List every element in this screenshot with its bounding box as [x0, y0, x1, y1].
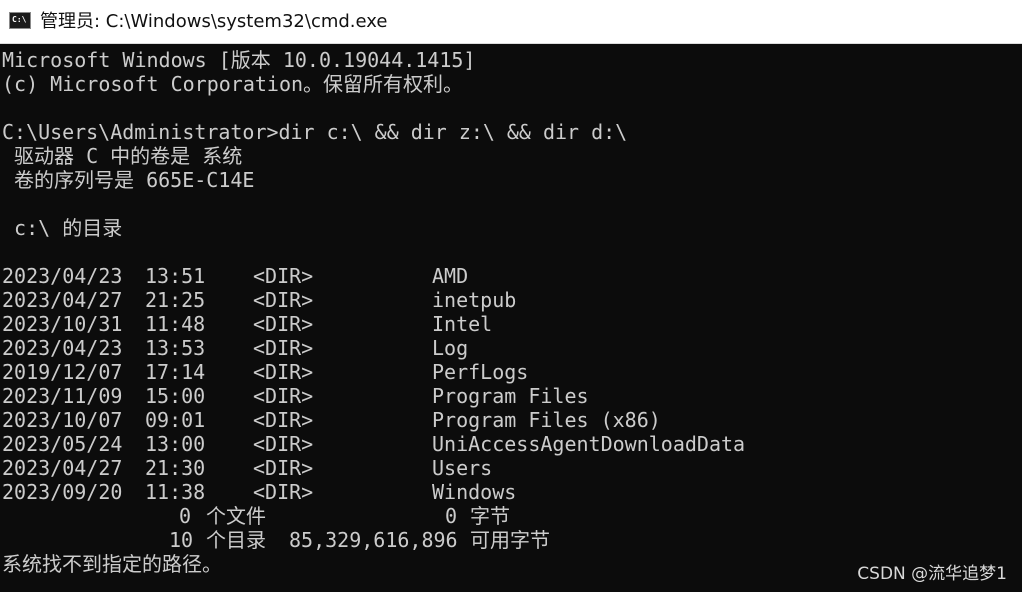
entry-name: Intel [432, 312, 493, 336]
window-title: 管理员: C:\Windows\system32\cmd.exe [40, 11, 388, 32]
entry-time: 13:51 [145, 264, 206, 288]
directory-entry-row: 2023/04/23 13:51 <DIR> AMD [2, 264, 902, 288]
console-output[interactable]: Microsoft Windows [版本 10.0.19044.1415] (… [0, 46, 1022, 592]
directory-entry-row: 2019/12/07 17:14 <DIR> PerfLogs [2, 360, 902, 384]
dir-count: 10 [169, 528, 194, 552]
entry-date: 2023/04/27 [2, 456, 123, 480]
entry-type: <DIR> [253, 336, 314, 360]
entry-date: 2023/09/20 [2, 480, 123, 504]
entry-date: 2023/11/09 [2, 384, 123, 408]
directory-entry-row: 2023/04/27 21:25 <DIR> inetpub [2, 288, 902, 312]
entry-time: 13:53 [145, 336, 206, 360]
file-bytes-label: 字节 [470, 504, 510, 528]
free-bytes: 85,329,616,896 [289, 528, 458, 552]
watermark: CSDN @流华追梦1 [857, 564, 1007, 584]
entry-time: 21:25 [145, 288, 206, 312]
free-bytes-label: 可用字节 [470, 528, 550, 552]
entry-time: 13:00 [145, 432, 206, 456]
dir-count-label: 个目录 [206, 528, 266, 552]
cmd-icon[interactable]: C:\ [9, 12, 31, 29]
file-count: 0 [179, 504, 192, 528]
entry-date: 2023/10/31 [2, 312, 123, 336]
entry-name: AMD [432, 264, 469, 288]
entry-date: 2019/12/07 [2, 360, 123, 384]
directory-entry-row: 2023/04/27 21:30 <DIR> Users [2, 456, 902, 480]
entry-date: 2023/04/23 [2, 264, 123, 288]
command-prompt: C:\Users\Administrator>dir c:\ && dir z:… [2, 120, 628, 144]
header-line: Microsoft Windows [版本 10.0.19044.1415] [2, 48, 476, 72]
file-bytes: 0 [445, 504, 458, 528]
entry-type: <DIR> [253, 360, 314, 384]
entry-name: Program Files [432, 384, 589, 408]
directory-entry-row: 2023/11/09 15:00 <DIR> Program Files [2, 384, 902, 408]
entry-time: 21:30 [145, 456, 206, 480]
entry-name: UniAccessAgentDownloadData [432, 432, 746, 456]
entry-type: <DIR> [253, 456, 314, 480]
entry-name: Log [432, 336, 469, 360]
title-bar[interactable]: C:\ 管理员: C:\Windows\system32\cmd.exe [0, 0, 1022, 44]
entry-type: <DIR> [253, 432, 314, 456]
entry-type: <DIR> [253, 264, 314, 288]
summary-dirs-line: 10 个目录 85,329,616,896 可用字节 [2, 528, 602, 552]
entry-type: <DIR> [253, 384, 314, 408]
entry-time: 11:38 [145, 480, 206, 504]
entry-type: <DIR> [253, 408, 314, 432]
summary-files-line: 0 个文件 0 字节 [2, 504, 602, 528]
entry-time: 15:00 [145, 384, 206, 408]
entry-type: <DIR> [253, 480, 314, 504]
directory-heading: c:\ 的目录 [2, 216, 123, 240]
entry-time: 11:48 [145, 312, 206, 336]
directory-entry-row: 2023/05/24 13:00 <DIR> UniAccessAgentDownlo… [2, 432, 902, 456]
error-message: 系统找不到指定的路径。 [2, 552, 222, 576]
entry-name: Windows [432, 480, 517, 504]
entry-time: 17:14 [145, 360, 206, 384]
entry-date: 2023/04/23 [2, 336, 123, 360]
entry-type: <DIR> [253, 288, 314, 312]
serial-number-line: 卷的序列号是 665E-C14E [2, 168, 255, 192]
entry-date: 2023/05/24 [2, 432, 123, 456]
entry-name: PerfLogs [432, 360, 529, 384]
header-line: (c) Microsoft Corporation。保留所有权利。 [2, 72, 464, 96]
directory-entry-row: 2023/04/23 13:53 <DIR> Log [2, 336, 902, 360]
entry-type: <DIR> [253, 312, 314, 336]
volume-label-line: 驱动器 C 中的卷是 系统 [2, 144, 243, 168]
entry-time: 09:01 [145, 408, 206, 432]
entry-date: 2023/10/07 [2, 408, 123, 432]
directory-entry-row: 2023/10/31 11:48 <DIR> Intel [2, 312, 902, 336]
directory-entry-row: 2023/10/07 09:01 <DIR> Program Files (x86) [2, 408, 902, 432]
directory-entry-row: 2023/09/20 11:38 <DIR> Windows [2, 480, 902, 504]
file-count-label: 个文件 [206, 504, 266, 528]
entry-name: Users [432, 456, 493, 480]
entry-name: inetpub [432, 288, 517, 312]
entry-date: 2023/04/27 [2, 288, 123, 312]
entry-name: Program Files (x86) [432, 408, 661, 432]
